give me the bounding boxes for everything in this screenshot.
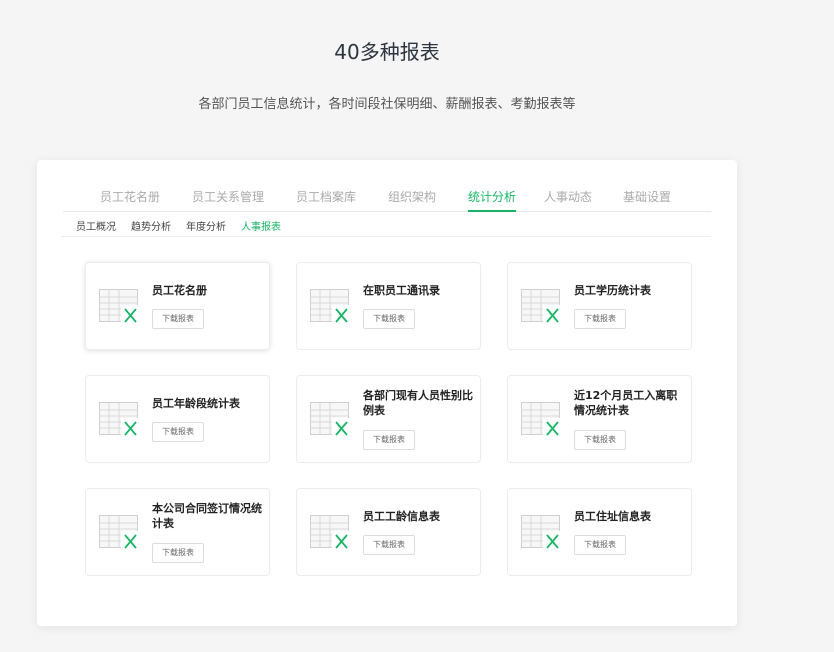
- report-card[interactable]: 员工年龄段统计表 下载报表: [85, 375, 270, 463]
- subtab-annual[interactable]: 年度分析: [186, 218, 226, 233]
- report-name: 员工花名册: [152, 284, 207, 297]
- tab-statistics[interactable]: 统计分析: [468, 188, 517, 212]
- excel-sheet-icon: [99, 289, 141, 325]
- download-report-button[interactable]: 下载报表: [574, 430, 626, 450]
- tab-hr-dynamics[interactable]: 人事动态: [544, 188, 592, 212]
- page-subtitle: 各部门员工信息统计，各时间段社保明细、薪酬报表、考勤报表等: [198, 97, 576, 112]
- report-name: 在职员工通讯录: [363, 284, 440, 297]
- report-card[interactable]: 员工花名册 下载报表: [85, 262, 270, 350]
- tab-employee-relations[interactable]: 员工关系管理: [192, 188, 264, 212]
- download-report-button[interactable]: 下载报表: [574, 535, 626, 555]
- download-report-button[interactable]: 下载报表: [363, 535, 415, 555]
- excel-sheet-icon: [99, 515, 141, 551]
- report-name: 员工工龄信息表: [363, 510, 440, 523]
- report-name: 近12个月员工入离职情况统计表: [574, 389, 678, 417]
- excel-sheet-icon: [99, 402, 141, 438]
- report-card[interactable]: 本公司合同签订情况统计表 下载报表: [85, 488, 270, 576]
- tab-basic-settings[interactable]: 基础设置: [623, 188, 671, 212]
- tab-org-structure[interactable]: 组织架构: [388, 188, 436, 212]
- report-name: 员工学历统计表: [574, 284, 651, 297]
- report-card[interactable]: 员工住址信息表 下载报表: [507, 488, 692, 576]
- excel-sheet-icon: [521, 289, 563, 325]
- page-title: 40多种报表: [334, 40, 440, 64]
- excel-sheet-icon: [310, 402, 352, 438]
- report-card[interactable]: 在职员工通讯录 下载报表: [296, 262, 481, 350]
- subtab-overview[interactable]: 员工概况: [76, 218, 116, 233]
- tab-employee-archive[interactable]: 员工档案库: [296, 188, 356, 212]
- report-card[interactable]: 近12个月员工入离职情况统计表 下载报表: [507, 375, 692, 463]
- report-card[interactable]: 各部门现有人员性别比例表 下载报表: [296, 375, 481, 463]
- report-name: 本公司合同签订情况统计表: [152, 502, 262, 530]
- download-report-button[interactable]: 下载报表: [152, 422, 204, 442]
- report-card[interactable]: 员工学历统计表 下载报表: [507, 262, 692, 350]
- download-report-button[interactable]: 下载报表: [574, 309, 626, 329]
- excel-sheet-icon: [521, 402, 563, 438]
- report-name: 各部门现有人员性别比例表: [363, 389, 473, 417]
- download-report-button[interactable]: 下载报表: [152, 309, 204, 329]
- excel-sheet-icon: [521, 515, 563, 551]
- report-name: 员工住址信息表: [574, 510, 651, 523]
- report-name: 员工年龄段统计表: [152, 397, 240, 410]
- download-report-button[interactable]: 下载报表: [363, 430, 415, 450]
- subtab-trend[interactable]: 趋势分析: [131, 218, 171, 233]
- subtab-hr-reports[interactable]: 人事报表: [241, 218, 281, 233]
- download-report-button[interactable]: 下载报表: [363, 309, 415, 329]
- sub-tabs: 员工概况 趋势分析 年度分析 人事报表: [61, 212, 711, 237]
- excel-sheet-icon: [310, 289, 352, 325]
- download-report-button[interactable]: 下载报表: [152, 543, 204, 563]
- main-tabs: 员工花名册 员工关系管理 员工档案库 组织架构 统计分析 人事动态 基础设置: [63, 188, 711, 212]
- reports-panel: 员工花名册 员工关系管理 员工档案库 组织架构 统计分析 人事动态 基础设置 员…: [37, 160, 737, 626]
- report-card[interactable]: 员工工龄信息表 下载报表: [296, 488, 481, 576]
- excel-sheet-icon: [310, 515, 352, 551]
- tab-employee-roster[interactable]: 员工花名册: [100, 188, 160, 212]
